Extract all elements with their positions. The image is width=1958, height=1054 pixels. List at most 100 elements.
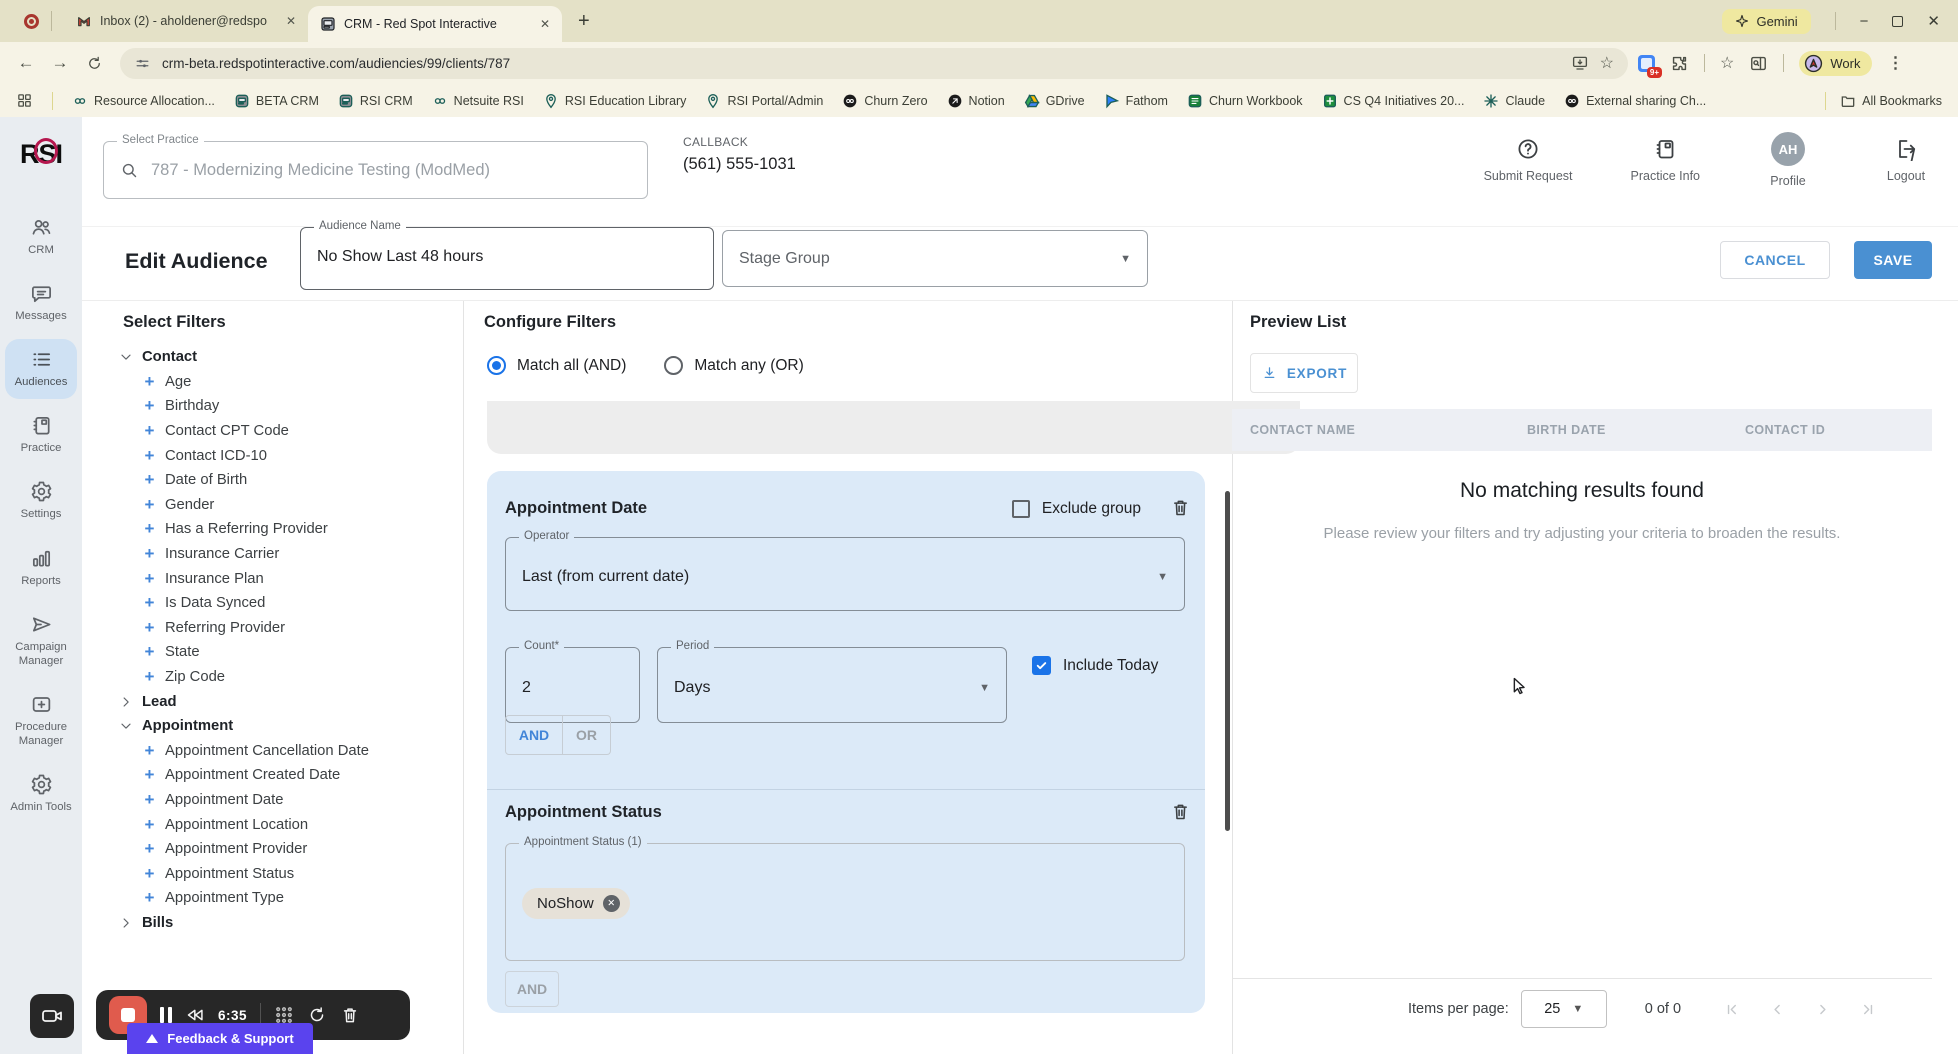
bookmark-churn-workbook[interactable]: Churn Workbook: [1187, 93, 1303, 109]
delete-recording-icon[interactable]: [340, 1005, 360, 1025]
last-page-button[interactable]: [1858, 1000, 1877, 1019]
next-page-button[interactable]: [1813, 1000, 1832, 1019]
filter-tree-referring-provider[interactable]: + Referring Provider: [118, 616, 458, 641]
bookmark-notion[interactable]: Notion: [947, 93, 1005, 109]
address-bar[interactable]: crm-beta.redspotinteractive.com/audienci…: [120, 47, 1628, 79]
add-filter-icon[interactable]: +: [142, 642, 157, 662]
extensions-puzzle-icon[interactable]: [1670, 54, 1689, 73]
add-filter-icon[interactable]: +: [142, 544, 157, 564]
filter-tree-zip-code[interactable]: + Zip Code: [118, 665, 458, 690]
filter-tree-appointment-cancellation-date[interactable]: + Appointment Cancellation Date: [118, 739, 458, 764]
delete-group-icon[interactable]: [1170, 497, 1191, 518]
exclude-group-checkbox[interactable]: Exclude group: [1011, 500, 1141, 518]
reload-button[interactable]: [78, 47, 110, 79]
add-filter-icon[interactable]: +: [142, 815, 157, 835]
forward-button[interactable]: →: [44, 47, 76, 79]
remove-chip-icon[interactable]: ✕: [602, 895, 620, 912]
appointment-status-field[interactable]: Appointment Status (1) NoShow ✕: [505, 836, 1185, 961]
select-practice-input[interactable]: [151, 160, 631, 180]
tab-gmail[interactable]: Inbox (2) - aholdener@redspo ✕: [64, 4, 308, 38]
page-size-select[interactable]: 25 ▼: [1520, 990, 1607, 1028]
bookmark-fathom[interactable]: Fathom: [1104, 93, 1168, 109]
export-button[interactable]: EXPORT: [1250, 353, 1358, 393]
bookmark-rsi-crm[interactable]: RSI CRM: [338, 93, 413, 109]
side-panel-icon[interactable]: [1749, 54, 1768, 73]
star-extension-icon[interactable]: ☆: [1720, 53, 1734, 73]
sidebar-item-audiences[interactable]: Audiences: [5, 339, 77, 400]
add-filter-icon[interactable]: +: [142, 569, 157, 589]
close-tab-icon[interactable]: ✕: [540, 17, 550, 31]
filter-tree-contact-cpt-code[interactable]: + Contact CPT Code: [118, 419, 458, 444]
close-window-button[interactable]: ✕: [1927, 12, 1940, 30]
scrollbar-thumb[interactable]: [1225, 491, 1230, 831]
new-tab-button[interactable]: +: [578, 10, 590, 33]
add-filter-icon[interactable]: +: [142, 593, 157, 613]
bookmark-rsi-education-library[interactable]: RSI Education Library: [543, 93, 686, 109]
all-bookmarks-button[interactable]: All Bookmarks: [1840, 93, 1942, 109]
bookmark-beta-crm[interactable]: BETA CRM: [234, 93, 319, 109]
sidebar-item-practice[interactable]: Practice: [5, 405, 77, 465]
add-filter-icon[interactable]: +: [142, 519, 157, 539]
back-button[interactable]: ←: [10, 47, 42, 79]
add-filter-icon[interactable]: +: [142, 446, 157, 466]
filter-tree-contact[interactable]: Contact: [118, 345, 458, 370]
url-text[interactable]: crm-beta.redspotinteractive.com/audienci…: [162, 56, 1560, 71]
select-practice-field[interactable]: Select Practice: [103, 134, 648, 199]
audience-name-field[interactable]: Audience Name: [300, 220, 714, 290]
status-chip[interactable]: NoShow ✕: [522, 888, 630, 919]
sidebar-item-settings[interactable]: Settings: [5, 471, 77, 531]
filter-tree-appointment[interactable]: Appointment: [118, 714, 458, 739]
filter-tree-lead[interactable]: Lead: [118, 689, 458, 714]
bookmark-gdrive[interactable]: GDrive: [1024, 93, 1085, 109]
match-any-radio[interactable]: Match any (OR): [664, 356, 804, 375]
audience-name-input[interactable]: [317, 248, 687, 266]
sidebar-item-messages[interactable]: Messages: [5, 273, 77, 333]
header-action-logout[interactable]: Logout: [1876, 137, 1936, 188]
add-filter-icon[interactable]: +: [142, 470, 157, 490]
add-filter-icon[interactable]: +: [142, 765, 157, 785]
add-filter-icon[interactable]: +: [142, 421, 157, 441]
include-today-checkbox[interactable]: Include Today: [1032, 656, 1158, 675]
close-tab-icon[interactable]: ✕: [286, 14, 296, 28]
bookmark-cs-q4-initiatives-20[interactable]: CS Q4 Initiatives 20...: [1322, 93, 1464, 109]
sidebar-item-reports[interactable]: Reports: [5, 538, 77, 598]
add-filter-icon[interactable]: +: [142, 839, 157, 859]
bookmark-external-sharing-ch[interactable]: External sharing Ch...: [1564, 93, 1706, 109]
cancel-button[interactable]: CANCEL: [1720, 241, 1830, 279]
filter-tree-contact-icd-10[interactable]: + Contact ICD-10: [118, 443, 458, 468]
header-action-submit-request[interactable]: Submit Request: [1484, 137, 1573, 188]
filter-tree-insurance-carrier[interactable]: + Insurance Carrier: [118, 542, 458, 567]
sidebar-item-procedure-manager[interactable]: Procedure Manager: [5, 684, 77, 758]
filter-tree-appointment-type[interactable]: + Appointment Type: [118, 886, 458, 911]
feedback-support-tab[interactable]: Feedback & Support: [127, 1023, 313, 1054]
sidebar-item-campaign-manager[interactable]: Campaign Manager: [5, 604, 77, 678]
sidebar-item-admin-tools[interactable]: Admin Tools: [5, 764, 77, 824]
delete-group-icon[interactable]: [1170, 801, 1191, 822]
or-button[interactable]: OR: [563, 715, 611, 755]
save-button[interactable]: SAVE: [1854, 241, 1932, 279]
operator-select[interactable]: Operator Last (from current date) ▼: [505, 530, 1185, 611]
previous-page-button[interactable]: [1768, 1000, 1787, 1019]
apps-grid-icon[interactable]: [16, 92, 33, 109]
bookmark-netsuite-rsi[interactable]: Netsuite RSI: [432, 93, 524, 109]
maximize-button[interactable]: [1892, 15, 1904, 27]
filter-tree-age[interactable]: + Age: [118, 370, 458, 395]
kebab-menu-icon[interactable]: ⋮: [1887, 53, 1903, 73]
count-field[interactable]: Count* 2: [505, 640, 640, 723]
tab-crm[interactable]: CRM - Red Spot Interactive ✕: [308, 6, 562, 42]
pause-recording-button[interactable]: [160, 1007, 172, 1023]
gemini-button[interactable]: Gemini: [1722, 8, 1811, 34]
filter-tree-appointment-location[interactable]: + Appointment Location: [118, 812, 458, 837]
filter-tree-gender[interactable]: + Gender: [118, 493, 458, 518]
filter-tree-appointment-provider[interactable]: + Appointment Provider: [118, 837, 458, 862]
bookmark-claude[interactable]: Claude: [1483, 93, 1545, 109]
filter-tree-appointment-created-date[interactable]: + Appointment Created Date: [118, 763, 458, 788]
period-select[interactable]: Period Days ▼: [657, 640, 1007, 723]
add-filter-icon[interactable]: +: [142, 618, 157, 638]
add-filter-icon[interactable]: +: [142, 741, 157, 761]
filter-tree-appointment-status[interactable]: + Appointment Status: [118, 861, 458, 886]
header-action-profile[interactable]: AH Profile: [1758, 132, 1818, 188]
add-filter-icon[interactable]: +: [142, 864, 157, 884]
filter-tree-state[interactable]: + State: [118, 640, 458, 665]
add-filter-icon[interactable]: +: [142, 495, 157, 515]
